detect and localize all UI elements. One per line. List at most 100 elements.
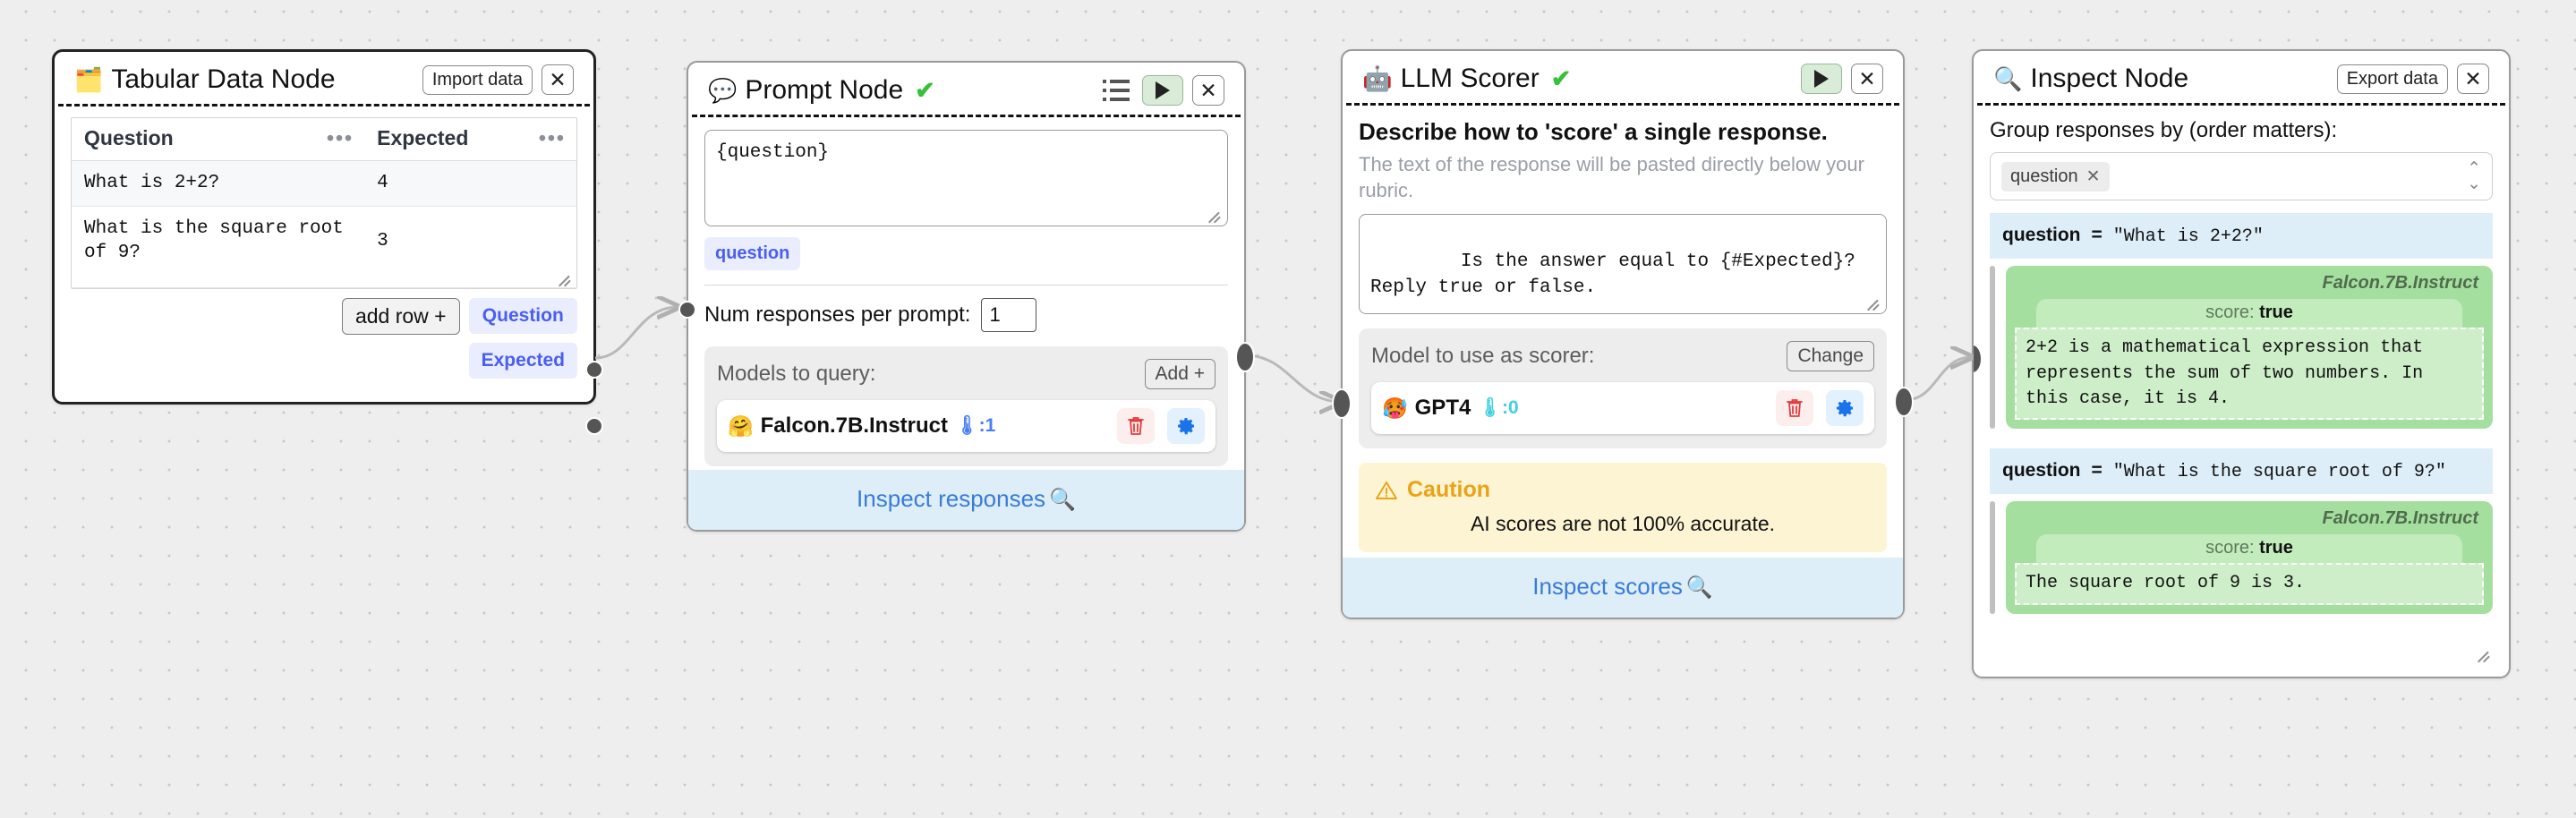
prompt-text-value: {question} xyxy=(716,142,829,163)
response-group: Falcon.7B.Instruct score: true The squar… xyxy=(1990,501,2493,613)
column-menu-icon-expected[interactable]: ••• xyxy=(539,126,566,150)
rubric-resize-handle[interactable] xyxy=(1866,294,1882,311)
close-icon[interactable]: ✕ xyxy=(542,64,574,95)
edge-question xyxy=(595,307,678,358)
list-view-icon[interactable] xyxy=(1103,80,1130,101)
scorer-model-name: GPT4 xyxy=(1415,396,1471,421)
change-model-button[interactable]: Change xyxy=(1787,341,1874,371)
tabular-footer-row: add row + Question Expected xyxy=(71,289,577,379)
response-card[interactable]: Falcon.7B.Instruct score: true The squar… xyxy=(2006,501,2493,613)
column-menu-icon-question[interactable]: ••• xyxy=(327,126,354,150)
output-handle-prompt[interactable] xyxy=(1235,342,1255,372)
inspect-responses-button[interactable]: Inspect responses🔍 xyxy=(688,470,1244,530)
prompt-textarea-resize-handle[interactable] xyxy=(1207,207,1224,223)
delete-model-icon[interactable] xyxy=(1117,408,1155,444)
close-icon[interactable]: ✕ xyxy=(1851,64,1883,94)
inspect-node[interactable]: 🔍 Inspect Node Export data ✕ Group respo… xyxy=(1972,49,2511,678)
inspect-scores-button[interactable]: Inspect scores🔍 xyxy=(1343,558,1903,618)
template-var-question[interactable]: question xyxy=(704,237,800,270)
scorer-model-label: Model to use as scorer: xyxy=(1371,344,1594,369)
close-icon[interactable]: ✕ xyxy=(2457,64,2489,94)
run-button[interactable] xyxy=(1142,75,1183,106)
close-icon[interactable]: ✕ xyxy=(1192,75,1224,106)
prompt-node[interactable]: 💬 Prompt Node ✔ ✕ {question} question Nu… xyxy=(687,61,1246,532)
status-check-icon: ✔ xyxy=(1551,65,1572,93)
cell-expected[interactable]: 3 xyxy=(364,206,576,287)
column-header-question[interactable]: Question ••• xyxy=(72,118,364,161)
llm-scorer-node[interactable]: 🤖 LLM Scorer ✔ ✕ Describe how to 'score'… xyxy=(1341,49,1905,619)
response-card[interactable]: Falcon.7B.Instruct score: true 2+2 is a … xyxy=(2006,266,2493,429)
data-table-wrapper[interactable]: Question ••• Expected ••• What is 2+2? xyxy=(71,117,577,289)
flow-canvas[interactable]: 🗂️ Tabular Data Node Import data ✕ Quest… xyxy=(0,0,2576,818)
magnifier-icon: 🔍 xyxy=(1686,575,1713,600)
response-text: 2+2 is a mathematical expression that re… xyxy=(2015,328,2484,420)
add-model-button[interactable]: Add + xyxy=(1145,359,1215,389)
cell-question[interactable]: What is 2+2? xyxy=(72,161,364,207)
scorer-heading: Describe how to 'score' a single respons… xyxy=(1359,118,1887,146)
response-model-name: Falcon.7B.Instruct xyxy=(2015,273,2484,294)
num-responses-input[interactable] xyxy=(981,298,1036,332)
cell-expected[interactable]: 4 xyxy=(364,161,576,207)
model-list-item[interactable]: 🤗 Falcon.7B.Instruct 🌡:1 xyxy=(717,400,1215,452)
output-handle-scores[interactable] xyxy=(1894,387,1914,417)
output-handle-question[interactable] xyxy=(585,361,603,379)
column-header-question-label: Question xyxy=(84,126,174,149)
prompt-node-header: 💬 Prompt Node ✔ ✕ xyxy=(692,63,1241,117)
table-row[interactable]: What is the square root of 9? 3 xyxy=(72,206,576,287)
llm-scorer-title: 🤖 LLM Scorer ✔ xyxy=(1362,64,1571,94)
table-resize-handle[interactable] xyxy=(558,270,574,286)
gear-icon xyxy=(1175,415,1197,437)
scorer-subheading: The text of the response will be pasted … xyxy=(1359,151,1887,203)
num-responses-label: Num responses per prompt: xyxy=(704,302,970,328)
edge-scorer-to-inspect xyxy=(1905,357,1972,400)
magnifier-icon: 🔍 xyxy=(1049,488,1076,512)
output-pill-question[interactable]: Question xyxy=(469,298,577,334)
score-value: true xyxy=(2259,302,2293,322)
inspect-node-title: 🔍 Inspect Node xyxy=(1993,64,2188,94)
input-handle-question[interactable] xyxy=(678,301,696,319)
import-data-button[interactable]: Import data xyxy=(422,65,533,95)
group-token-question[interactable]: question ✕ xyxy=(2001,162,2110,192)
magnifier-icon: 🔍 xyxy=(1993,67,2022,90)
scorer-model-item[interactable]: 🥵 GPT4 🌡:0 xyxy=(1371,382,1874,434)
delete-model-icon[interactable] xyxy=(1776,390,1813,426)
input-handle-responses[interactable] xyxy=(1332,388,1352,419)
chevron-updown-icon[interactable]: ⌃⌄ xyxy=(2467,161,2481,192)
warning-triangle-icon xyxy=(1375,480,1398,501)
remove-token-icon[interactable]: ✕ xyxy=(2086,166,2101,187)
table-row[interactable]: What is 2+2? 4 xyxy=(72,161,576,207)
score-value: true xyxy=(2259,538,2293,558)
group-value: "What is 2+2?" xyxy=(2113,226,2264,247)
add-row-button[interactable]: add row + xyxy=(342,298,460,335)
rubric-textarea[interactable]: Is the answer equal to {#Expected}? Repl… xyxy=(1359,214,1887,314)
tabular-data-node[interactable]: 🗂️ Tabular Data Node Import data ✕ Quest… xyxy=(52,49,596,405)
export-data-button[interactable]: Export data xyxy=(2337,64,2448,94)
output-pill-expected[interactable]: Expected xyxy=(469,343,577,379)
llm-scorer-body: Describe how to 'score' a single respons… xyxy=(1343,106,1903,558)
inspect-node-header: 🔍 Inspect Node Export data ✕ xyxy=(1977,51,2505,106)
llm-scorer-header: 🤖 LLM Scorer ✔ ✕ xyxy=(1346,51,1899,106)
inspect-node-body: Group responses by (order matters): ques… xyxy=(1974,106,2509,626)
model-settings-icon[interactable] xyxy=(1167,408,1205,444)
output-handle-expected[interactable] xyxy=(585,417,603,435)
group-responses-label: Group responses by (order matters): xyxy=(1990,118,2493,143)
model-temperature: 🌡:1 xyxy=(955,415,995,437)
gear-icon xyxy=(1834,397,1855,419)
data-table: Question ••• Expected ••• What is 2+2? xyxy=(72,118,576,288)
card-index-dividers-icon: 🗂️ xyxy=(74,68,103,91)
column-header-expected[interactable]: Expected ••• xyxy=(364,118,576,161)
output-pill-column: Question Expected xyxy=(469,298,577,379)
inspect-node-resize-handle[interactable] xyxy=(2477,646,2500,669)
run-button[interactable] xyxy=(1801,64,1842,94)
prompt-textarea[interactable]: {question} xyxy=(704,130,1228,226)
caution-box: Caution AI scores are not 100% accurate. xyxy=(1359,463,1887,552)
score-chip: score: true xyxy=(2036,299,2462,328)
group-by-select[interactable]: question ✕ ⌃⌄ xyxy=(1990,152,2493,200)
group-accent-bar xyxy=(1990,501,1995,613)
cell-question[interactable]: What is the square root of 9? xyxy=(72,206,364,287)
tabular-node-header: 🗂️ Tabular Data Node Import data ✕ xyxy=(58,52,590,107)
model-settings-icon[interactable] xyxy=(1826,390,1864,426)
scorer-model-temperature: 🌡:0 xyxy=(1478,397,1518,419)
group-header: question = "What is the square root of 9… xyxy=(1990,448,2493,494)
group-header: question = "What is 2+2?" xyxy=(1990,213,2493,259)
